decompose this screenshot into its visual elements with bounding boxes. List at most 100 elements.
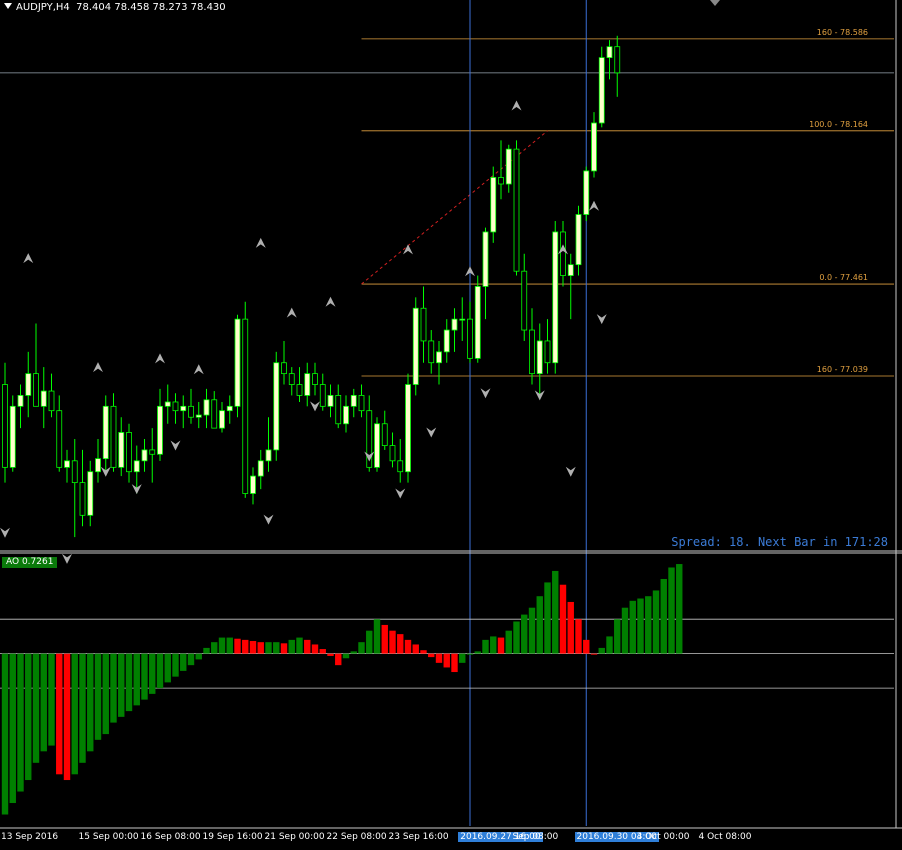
candle-body (141, 449, 148, 462)
awesome-oscillator-pane (0, 564, 894, 815)
candle-body (327, 395, 334, 407)
candle-body (591, 122, 597, 172)
ao-bar (652, 590, 660, 654)
ao-bar (451, 653, 458, 673)
fractal-up-icon (403, 244, 413, 255)
fractal-up-icon (93, 362, 103, 373)
fractal-down-icon (480, 388, 491, 399)
candle-body (420, 307, 427, 342)
ao-bar (218, 637, 226, 654)
candle-body (64, 460, 70, 468)
ao-bar (637, 598, 644, 654)
ao-bar (203, 647, 210, 654)
candle-body (575, 214, 582, 266)
ao-bar (373, 619, 381, 654)
scroll-shift-icon[interactable] (710, 0, 720, 6)
candle-body (474, 286, 481, 359)
ao-bar (559, 584, 567, 654)
price-chart[interactable] (0, 0, 902, 850)
candle-body (48, 390, 55, 412)
fib-label: 160 - 77.039 (816, 365, 868, 375)
ao-bar (606, 636, 613, 654)
ao-bar (265, 642, 272, 654)
candle-body (467, 318, 473, 359)
candle-body (149, 449, 156, 455)
candle-body (343, 405, 349, 425)
ao-bar (71, 653, 78, 775)
ao-bar (420, 650, 427, 654)
fractal-down-icon (0, 527, 10, 538)
fractal-up-icon (325, 296, 336, 307)
ao-bar (125, 653, 133, 712)
candle-body (451, 318, 458, 331)
time-label: 19 Sep 16:00 (202, 832, 263, 842)
candle-body (9, 405, 16, 468)
time-label: 4 Oct 08:00 (698, 832, 752, 842)
fractal-up-icon (193, 364, 204, 375)
ao-bar (226, 637, 233, 654)
time-label: Sep 08:00 (512, 832, 559, 842)
candle-body (482, 231, 489, 287)
candle-body (273, 362, 280, 451)
ao-bar (536, 596, 543, 654)
ao-bar (296, 637, 303, 654)
ao-bar (87, 653, 94, 752)
ao-bar (211, 642, 218, 654)
ao-bar (490, 636, 497, 654)
fib-label: 0.0 - 77.461 (819, 273, 868, 283)
time-label: 21 Sep 00:00 (264, 832, 325, 842)
ao-bar (280, 643, 288, 654)
candle-body (412, 307, 419, 385)
ao-bar (118, 653, 125, 717)
ao-bar (668, 567, 675, 654)
candle-body (567, 264, 574, 276)
candle-body (606, 46, 613, 58)
ao-bar (358, 642, 365, 654)
candle-body (513, 148, 520, 272)
candle-body (374, 423, 380, 468)
ao-bar (242, 639, 249, 654)
candle-body (157, 405, 163, 455)
fractal-down-icon (310, 401, 320, 412)
ao-bar (482, 639, 489, 654)
ao-bar (156, 653, 164, 689)
candle-body (405, 384, 411, 473)
fib-label: 160 - 78.586 (816, 27, 868, 37)
time-label: 15 Sep 00:00 (78, 832, 139, 842)
candle-body (381, 423, 388, 446)
candle-body (40, 390, 47, 407)
ao-bar (335, 653, 342, 666)
ao-bar (94, 653, 102, 740)
header-dropdown-icon[interactable] (4, 3, 12, 9)
candle-body (312, 373, 318, 385)
candle-body (598, 57, 605, 124)
ao-bar (466, 653, 474, 655)
candle-body (560, 231, 566, 276)
ao-bar (567, 601, 574, 654)
fractal-up-icon (23, 253, 34, 264)
ao-bar (676, 564, 683, 654)
time-label: 3 Oct 00:00 (636, 832, 690, 842)
ao-bar (102, 653, 109, 735)
ao-bar (505, 630, 512, 654)
candle-body (56, 410, 63, 468)
ao-bar (497, 637, 505, 654)
candle-body (25, 373, 32, 396)
ao-indicator-label[interactable]: AO 0.7261 (2, 557, 58, 568)
ao-bar (552, 570, 559, 654)
candle-body (521, 270, 528, 331)
ao-bar (32, 653, 40, 763)
candle-body (436, 351, 442, 364)
ao-bar (180, 653, 187, 671)
ao-bar (660, 578, 667, 654)
ao-bar (459, 653, 466, 663)
ao-bar (187, 653, 195, 666)
ao-bar (56, 653, 63, 775)
ao-bar (79, 653, 86, 763)
candle-body (195, 414, 202, 418)
candle-body (33, 373, 39, 407)
ao-bar (645, 596, 652, 654)
candle-body (242, 318, 249, 494)
candle-body (536, 340, 543, 375)
ao-bar (583, 639, 590, 654)
